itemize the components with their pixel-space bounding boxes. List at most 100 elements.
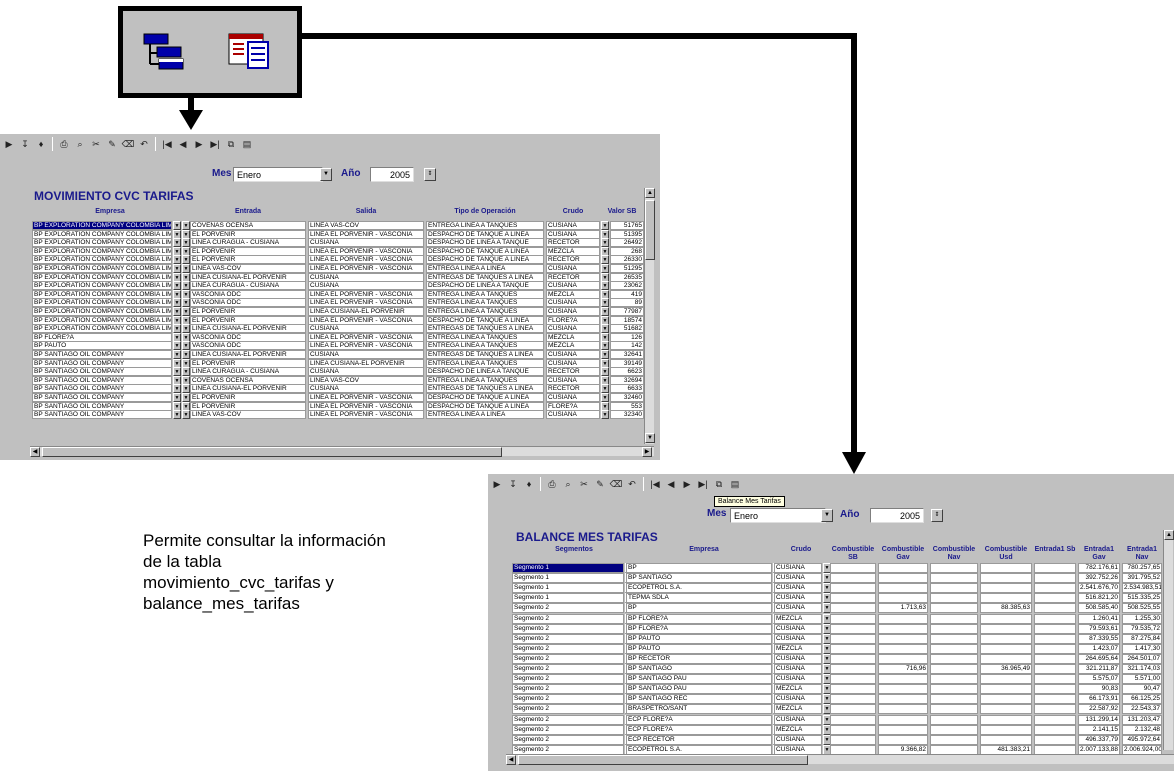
chevron-down-icon[interactable]: ▼: [173, 307, 181, 316]
anio-input[interactable]: 2005: [870, 508, 924, 523]
scroll-up-icon[interactable]: ▲: [645, 188, 655, 198]
forms-tree-icon[interactable]: ⧉: [712, 477, 726, 491]
chevron-down-icon[interactable]: ▼: [601, 384, 609, 393]
table-cell[interactable]: CUSIANA: [774, 664, 822, 674]
table-cell[interactable]: BP SANTIAGO PAU: [626, 674, 772, 684]
cut-icon[interactable]: ✂: [577, 477, 591, 491]
table-cell[interactable]: BP PAUTO: [626, 644, 772, 654]
chevron-down-icon[interactable]: ▼: [601, 281, 609, 290]
table-cell[interactable]: MEZCLA: [774, 684, 822, 694]
chevron-down-icon[interactable]: ▼: [173, 264, 181, 273]
table-cell[interactable]: CUSIANA: [774, 583, 822, 593]
empresa-cell[interactable]: BP SANTIAGO OIL COMPANY: [32, 367, 172, 376]
chevron-down-icon[interactable]: ▼: [182, 221, 190, 230]
prev-record-icon[interactable]: ◀: [176, 137, 190, 151]
horizontal-scrollbar[interactable]: ◀: [506, 754, 1174, 765]
segmento-cell[interactable]: Segmento 1: [512, 593, 624, 603]
first-record-icon[interactable]: |◀: [648, 477, 662, 491]
undo-icon[interactable]: ↶: [137, 137, 151, 151]
segmento-cell[interactable]: Segmento 2: [512, 614, 624, 624]
chevron-down-icon[interactable]: ▼: [601, 393, 609, 402]
arrow-icon[interactable]: ▶: [2, 137, 16, 151]
empresa-cell[interactable]: BP EXPLORATION COMPANY COLOMBIA LIMI: [32, 221, 172, 230]
vertical-scrollbar[interactable]: ▲: [1163, 530, 1174, 750]
last-record-icon[interactable]: ▶|: [208, 137, 222, 151]
chevron-down-icon[interactable]: ▼: [182, 255, 190, 264]
table-cell[interactable]: BP SANTIAGO: [626, 664, 772, 674]
chevron-down-icon[interactable]: ▼: [601, 221, 609, 230]
table-cell[interactable]: CUSIANA: [774, 573, 822, 583]
table-cell[interactable]: CUSIANA: [546, 350, 600, 359]
scroll-thumb-horizontal[interactable]: [42, 447, 502, 457]
report-sheet-icon[interactable]: ▤: [240, 137, 254, 151]
chevron-down-icon[interactable]: ▼: [182, 384, 190, 393]
gem-icon[interactable]: ♦: [34, 137, 48, 151]
table-cell[interactable]: CUSIANA: [546, 281, 600, 290]
next-record-icon[interactable]: ▶: [192, 137, 206, 151]
segmento-cell[interactable]: Segmento 2: [512, 704, 624, 714]
chevron-down-icon[interactable]: ▼: [601, 410, 609, 419]
chevron-down-icon[interactable]: ▼: [173, 298, 181, 307]
table-cell[interactable]: BP SANTIAGO PAU: [626, 684, 772, 694]
first-record-icon[interactable]: |◀: [160, 137, 174, 151]
table-cell[interactable]: ECP FLORE?A: [626, 715, 772, 725]
table-cell[interactable]: CUSIANA: [546, 221, 600, 230]
chevron-down-icon[interactable]: ▼: [601, 298, 609, 307]
segmento-cell[interactable]: Segmento 1: [512, 573, 624, 583]
table-cell[interactable]: MEZCLA: [546, 341, 600, 350]
table-cell[interactable]: RECETOR: [546, 255, 600, 264]
anio-stepper-icon[interactable]: ⇕: [931, 509, 943, 522]
mes-select[interactable]: Enero: [233, 167, 323, 182]
table-cell[interactable]: MEZCLA: [774, 614, 822, 624]
report-sheet-icon[interactable]: ▤: [728, 477, 742, 491]
last-record-icon[interactable]: ▶|: [696, 477, 710, 491]
table-cell[interactable]: CUSIANA: [774, 634, 822, 644]
chevron-down-icon[interactable]: ▼: [173, 255, 181, 264]
scroll-thumb[interactable]: [645, 200, 655, 260]
chevron-down-icon[interactable]: ▼: [601, 350, 609, 359]
table-cell[interactable]: CUSIANA: [774, 694, 822, 704]
edit-icon[interactable]: ✎: [593, 477, 607, 491]
chevron-down-icon[interactable]: ▼: [601, 238, 609, 247]
segmento-cell[interactable]: Segmento 2: [512, 674, 624, 684]
segmento-cell[interactable]: Segmento 2: [512, 664, 624, 674]
next-record-icon[interactable]: ▶: [680, 477, 694, 491]
table-cell[interactable]: CUSIANA: [774, 624, 822, 634]
table-cell[interactable]: CUSIANA: [774, 593, 822, 603]
undo-icon[interactable]: ↶: [625, 477, 639, 491]
segmento-cell[interactable]: Segmento 2: [512, 715, 624, 725]
chevron-down-icon[interactable]: ▼: [182, 410, 190, 419]
empresa-cell[interactable]: BP EXPLORATION COMPANY COLOMBIA LIMI: [32, 298, 172, 307]
table-cell[interactable]: CUSIANA: [546, 324, 600, 333]
chevron-down-icon[interactable]: ▼: [173, 221, 181, 230]
chevron-down-icon[interactable]: ▼: [173, 393, 181, 402]
segmento-cell[interactable]: Segmento 2: [512, 634, 624, 644]
find-icon[interactable]: ⌕: [73, 137, 87, 151]
table-cell[interactable]: BP: [626, 603, 772, 613]
table-cell[interactable]: MEZCLA: [774, 704, 822, 714]
empresa-cell[interactable]: BP EXPLORATION COMPANY COLOMBIA LIMI: [32, 324, 172, 333]
table-cell[interactable]: CUSIANA: [774, 735, 822, 745]
scroll-thumb-horizontal[interactable]: [518, 755, 808, 765]
mes-dropdown-icon[interactable]: ▼: [821, 509, 833, 522]
segmento-cell[interactable]: Segmento 1: [512, 583, 624, 593]
table-cell[interactable]: BP: [626, 563, 772, 573]
table-cell[interactable]: BP RECETOR: [626, 654, 772, 664]
segmento-cell[interactable]: Segmento 2: [512, 725, 624, 735]
arrow-icon[interactable]: ▶: [490, 477, 504, 491]
chevron-down-icon[interactable]: ▼: [173, 281, 181, 290]
chevron-down-icon[interactable]: ▼: [182, 367, 190, 376]
table-cell[interactable]: BP FLORE?A: [626, 614, 772, 624]
table-cell[interactable]: MEZCLA: [774, 644, 822, 654]
chevron-down-icon[interactable]: ▼: [182, 264, 190, 273]
table-cell[interactable]: MEZCLA: [774, 725, 822, 735]
anio-stepper-icon[interactable]: ⇕: [424, 168, 436, 181]
empresa-cell[interactable]: BP EXPLORATION COMPANY COLOMBIA LIMI: [32, 238, 172, 247]
scroll-left-icon[interactable]: ◀: [506, 755, 516, 765]
segmento-cell[interactable]: Segmento 2: [512, 684, 624, 694]
segmento-cell[interactable]: Segmento 2: [512, 624, 624, 634]
chevron-down-icon[interactable]: ▼: [173, 384, 181, 393]
table-cell[interactable]: BP FLORE?A: [626, 624, 772, 634]
chevron-down-icon[interactable]: ▼: [182, 350, 190, 359]
erase-icon[interactable]: ⌫: [609, 477, 623, 491]
